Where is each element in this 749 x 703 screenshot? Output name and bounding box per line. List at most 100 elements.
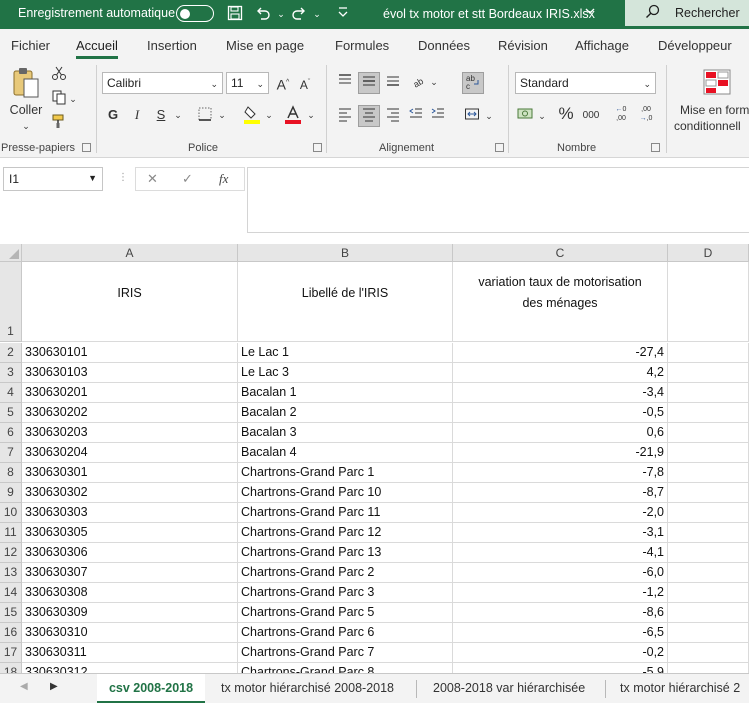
copy-icon[interactable] — [50, 89, 68, 107]
cell-empty[interactable] — [668, 463, 749, 483]
align-middle-icon[interactable] — [358, 72, 380, 94]
cell-variation[interactable]: 0,6 — [453, 423, 668, 443]
accounting-dropdown-icon[interactable]: ⌄ — [537, 107, 547, 125]
increase-decimal-icon[interactable]: ←0,00 — [611, 105, 631, 127]
column-header-c[interactable]: C — [453, 244, 668, 262]
align-top-icon[interactable] — [336, 72, 354, 92]
font-name-select[interactable]: Calibri ⌄ — [102, 72, 223, 94]
tab-donnees[interactable]: Données — [418, 38, 470, 53]
cell-iris[interactable]: 330630103 — [22, 363, 238, 383]
undo-dropdown-icon[interactable]: ⌄ — [272, 5, 290, 23]
sheet-tab-csv[interactable]: csv 2008-2018 — [97, 674, 205, 703]
cell-empty[interactable] — [668, 423, 749, 443]
align-left-icon[interactable] — [336, 106, 354, 126]
fill-color-dropdown-icon[interactable]: ⌄ — [263, 106, 275, 124]
cell-iris[interactable]: 330630201 — [22, 383, 238, 403]
thousands-separator-button[interactable]: 000 — [580, 107, 602, 125]
cell-variation[interactable]: -21,9 — [453, 443, 668, 463]
copy-dropdown-icon[interactable]: ⌄ — [68, 90, 78, 108]
number-format-select[interactable]: Standard ⌄ — [515, 72, 656, 94]
cell-variation[interactable]: -7,8 — [453, 463, 668, 483]
row-header[interactable]: 4 — [0, 383, 22, 403]
undo-icon[interactable] — [254, 5, 272, 23]
cell-variation[interactable]: -4,1 — [453, 543, 668, 563]
cell-iris[interactable]: 330630301 — [22, 463, 238, 483]
cell-iris[interactable]: 330630307 — [22, 563, 238, 583]
cancel-icon[interactable]: ✕ — [147, 171, 158, 187]
row-header[interactable]: 15 — [0, 603, 22, 623]
header-cell-d[interactable] — [668, 262, 749, 342]
row-header[interactable]: 5 — [0, 403, 22, 423]
decrease-indent-icon[interactable] — [407, 106, 425, 126]
cell-empty[interactable] — [668, 403, 749, 423]
tab-formules[interactable]: Formules — [335, 38, 389, 53]
cell-variation[interactable]: -0,2 — [453, 643, 668, 663]
paste-dropdown-icon[interactable]: ⌄ — [16, 117, 36, 135]
cell-empty[interactable] — [668, 583, 749, 603]
align-bottom-icon[interactable] — [384, 72, 402, 92]
borders-dropdown-icon[interactable]: ⌄ — [216, 106, 228, 124]
tab-fichier[interactable]: Fichier — [11, 38, 50, 53]
decrease-font-icon[interactable]: Aˇ — [297, 74, 313, 94]
align-center-icon[interactable] — [358, 105, 380, 127]
cell-variation[interactable]: -3,1 — [453, 523, 668, 543]
cell-iris[interactable]: 330630308 — [22, 583, 238, 603]
cell-libelle[interactable]: Chartrons-Grand Parc 1 — [238, 463, 453, 483]
header-cell-variation[interactable]: variation taux de motorisation des ménag… — [453, 262, 668, 342]
row-header[interactable]: 8 — [0, 463, 22, 483]
sheet-tab-hierarchise[interactable]: tx motor hiérarchisé 2008-2018 — [221, 674, 406, 703]
orientation-icon[interactable]: ab — [410, 72, 428, 92]
sheet-tab-var-hierarchisee[interactable]: 2008-2018 var hiérarchisée — [433, 674, 598, 703]
borders-icon[interactable] — [196, 106, 214, 124]
cell-libelle[interactable]: Bacalan 3 — [238, 423, 453, 443]
cell-libelle[interactable]: Chartrons-Grand Parc 6 — [238, 623, 453, 643]
font-launcher-icon[interactable] — [313, 143, 322, 152]
cell-libelle[interactable]: Le Lac 1 — [238, 343, 453, 363]
cell-empty[interactable] — [668, 623, 749, 643]
row-header[interactable]: 12 — [0, 543, 22, 563]
tab-mise-en-page[interactable]: Mise en page — [226, 38, 304, 53]
row-header[interactable]: 14 — [0, 583, 22, 603]
cell-libelle[interactable]: Chartrons-Grand Parc 5 — [238, 603, 453, 623]
cell-variation[interactable]: -0,5 — [453, 403, 668, 423]
cell-empty[interactable] — [668, 503, 749, 523]
cell-iris[interactable]: 330630203 — [22, 423, 238, 443]
column-header-b[interactable]: B — [238, 244, 453, 262]
row-header[interactable]: 17 — [0, 643, 22, 663]
column-header-d[interactable]: D — [668, 244, 749, 262]
cell-iris[interactable]: 330630311 — [22, 643, 238, 663]
bold-button[interactable]: G — [105, 106, 121, 124]
cell-variation[interactable]: -6,5 — [453, 623, 668, 643]
cell-libelle[interactable]: Bacalan 2 — [238, 403, 453, 423]
tab-revision[interactable]: Révision — [498, 38, 548, 53]
row-header[interactable]: 2 — [0, 343, 22, 363]
cell-empty[interactable] — [668, 443, 749, 463]
cell-variation[interactable]: -2,0 — [453, 503, 668, 523]
cell-libelle[interactable]: Chartrons-Grand Parc 2 — [238, 563, 453, 583]
increase-indent-icon[interactable] — [429, 106, 447, 126]
cell-empty[interactable] — [668, 643, 749, 663]
name-box[interactable]: I1 ▼ — [3, 167, 103, 191]
cell-empty[interactable] — [668, 383, 749, 403]
cell-variation[interactable]: -8,7 — [453, 483, 668, 503]
number-launcher-icon[interactable] — [651, 143, 660, 152]
cell-variation[interactable]: -6,0 — [453, 563, 668, 583]
cond-format-label-2[interactable]: conditionnell — [674, 117, 749, 135]
cell-iris[interactable]: 330630310 — [22, 623, 238, 643]
cell-variation[interactable]: -27,4 — [453, 343, 668, 363]
alignment-launcher-icon[interactable] — [495, 143, 504, 152]
row-header[interactable]: 16 — [0, 623, 22, 643]
cut-icon[interactable] — [50, 65, 68, 83]
save-icon[interactable] — [226, 5, 244, 23]
row-header[interactable]: 10 — [0, 503, 22, 523]
row-header[interactable]: 11 — [0, 523, 22, 543]
cell-iris[interactable]: 330630309 — [22, 603, 238, 623]
cell-empty[interactable] — [668, 363, 749, 383]
autosave-toggle[interactable] — [176, 5, 214, 22]
cell-libelle[interactable]: Bacalan 4 — [238, 443, 453, 463]
decrease-decimal-icon[interactable]: ,00 →,0 — [636, 105, 656, 127]
cell-iris[interactable]: 330630302 — [22, 483, 238, 503]
cell-empty[interactable] — [668, 483, 749, 503]
cell-empty[interactable] — [668, 523, 749, 543]
cell-libelle[interactable]: Chartrons-Grand Parc 11 — [238, 503, 453, 523]
